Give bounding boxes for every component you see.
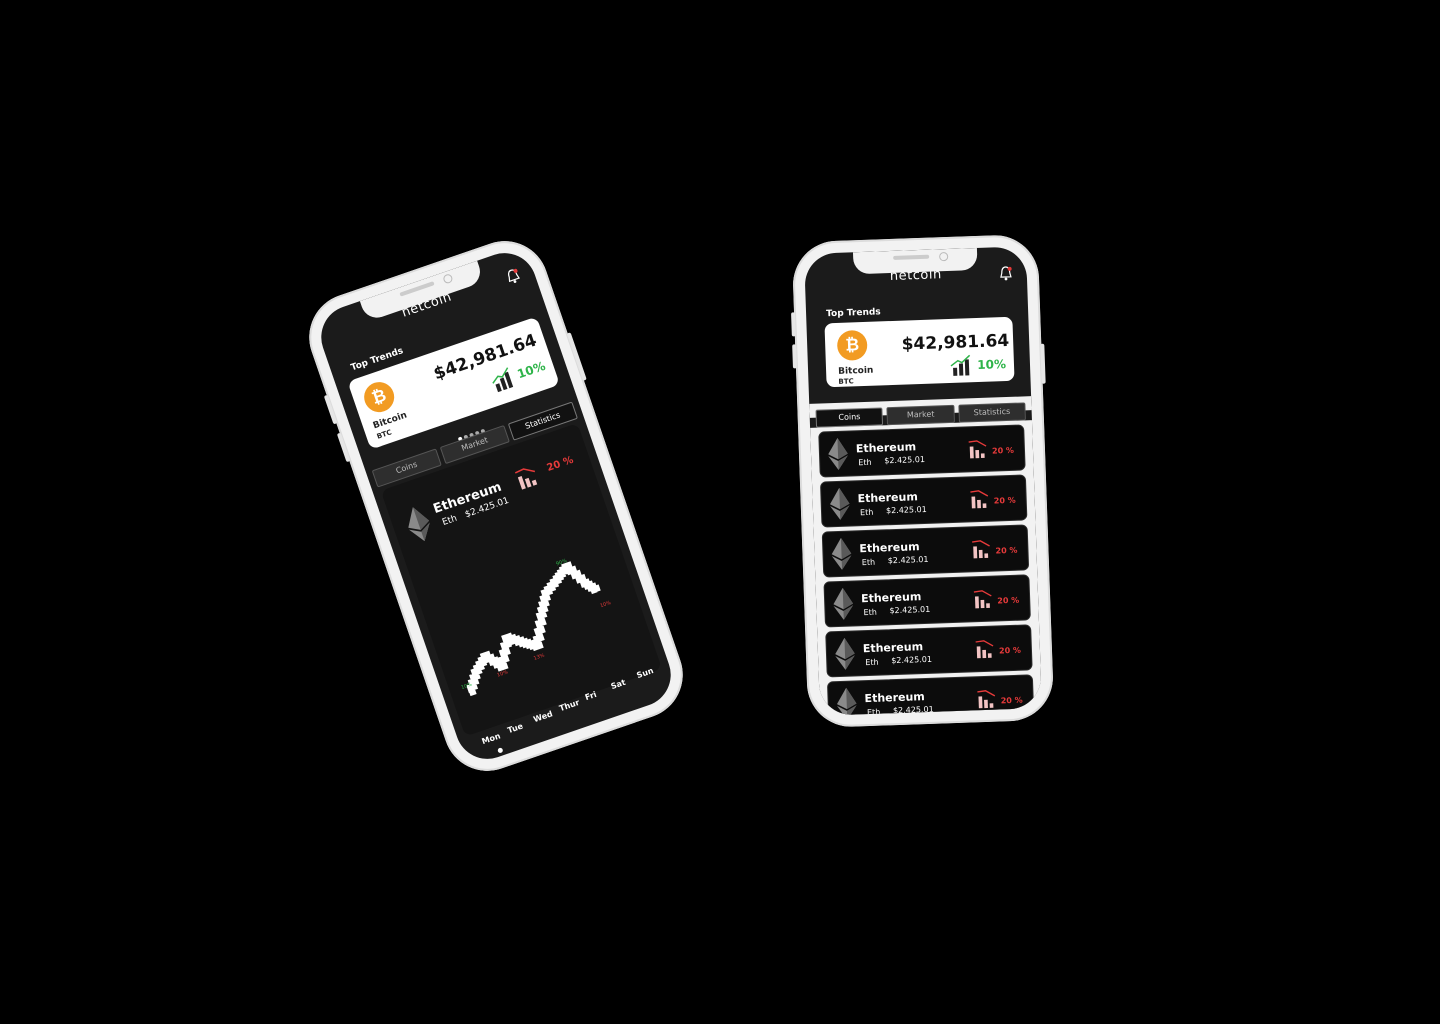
chart-annotation: 10%	[496, 669, 509, 679]
coin-change: 10%	[515, 358, 548, 382]
coin-name: Bitcoin	[837, 365, 874, 377]
coin-price: $2.425.01	[884, 454, 926, 466]
coin-name: Ethereum	[864, 690, 926, 706]
screen: netcoin Top Trends ₿ Bitcoin BTC $42,981…	[804, 246, 1042, 716]
coin-price: $2.425.01	[887, 554, 929, 566]
coin-change: 20 %	[1000, 695, 1023, 706]
x-tick-label: Mon	[480, 731, 502, 747]
coin-name: Ethereum	[857, 490, 919, 506]
ethereum-icon	[408, 507, 430, 542]
trend-card[interactable]: ₿ Bitcoin BTC $42,981.64 10%	[824, 316, 1015, 388]
chart-annotation: 10%	[460, 681, 473, 692]
volume-down-button	[792, 344, 797, 369]
bitcoin-icon: ₿	[836, 329, 868, 361]
coin-list: Ethereum Eth $2.425.01 20 % Ethereum Eth $2.42…	[810, 424, 1042, 716]
coin-name: Ethereum	[860, 590, 922, 606]
coin-list-item[interactable]: Ethereum Eth $2.425.01 20 %	[819, 474, 1028, 528]
trend-up-icon	[492, 367, 514, 393]
chart-annotation: 90%	[555, 558, 568, 568]
coin-symbol: Eth	[861, 557, 876, 568]
notch	[852, 247, 978, 275]
screen: netcoin Top Trends ₿ Bitcoin BTC $42,981…	[312, 244, 680, 768]
bitcoin-icon: ₿	[360, 378, 399, 417]
coin-list-item[interactable]: Ethereum Eth $2.425.01 20 %	[825, 624, 1033, 678]
coin-name: Ethereum	[862, 640, 924, 656]
x-tick-label: Fri	[583, 689, 598, 703]
trend-down-icon	[968, 440, 987, 459]
coin-price: $2.425.01	[889, 604, 931, 616]
coin-price: $2.425.01	[892, 704, 934, 716]
coin-list-item[interactable]: Ethereum Eth $2.425.01 20 %	[826, 674, 1035, 716]
coin-change: 10%	[977, 357, 1007, 373]
coin-name: Ethereum	[859, 540, 920, 556]
coin-change: 20 %	[997, 595, 1020, 606]
ethereum-icon	[833, 587, 854, 620]
chart-annotation: 13%	[532, 652, 546, 662]
ethereum-icon	[831, 537, 852, 570]
coin-symbol: Eth	[863, 607, 877, 618]
ethereum-icon	[836, 687, 857, 716]
coin-symbol: Eth	[866, 707, 881, 716]
coin-change: 20 %	[993, 495, 1016, 506]
volume-down-button	[336, 432, 351, 463]
trend-up-icon	[950, 354, 971, 376]
trend-down-icon	[977, 690, 996, 709]
tab-statistics[interactable]: Statistics	[958, 402, 1026, 423]
trend-down-icon	[973, 590, 992, 609]
coin-change: 20 %	[998, 645, 1022, 656]
tab-coins[interactable]: Coins	[815, 407, 884, 428]
coin-symbol: Eth	[859, 507, 874, 518]
coin-change: 20 %	[991, 445, 1015, 456]
coin-name: Ethereum	[855, 440, 917, 456]
tab-market[interactable]: Market	[886, 404, 955, 426]
coin-list-item[interactable]: Ethereum Eth $2.425.01 20 %	[823, 574, 1031, 628]
chart-annotations: 10% 10% 13% 90% 10%	[426, 520, 673, 705]
phone-coins: netcoin Top Trends ₿ Bitcoin BTC $42,981…	[791, 233, 1055, 729]
bell-icon[interactable]	[999, 265, 1014, 281]
ethereum-icon	[828, 437, 848, 470]
coin-list-item[interactable]: Ethereum Eth $2.425.01 20 %	[821, 524, 1030, 578]
coin-price: $2.425.01	[891, 654, 933, 666]
phone-statistics: netcoin Top Trends ₿ Bitcoin BTC $42,981…	[297, 229, 695, 783]
trend-down-icon	[970, 490, 989, 509]
coin-price: $2.425.01	[885, 504, 927, 516]
trend-down-icon	[972, 540, 990, 559]
ethereum-icon	[829, 487, 850, 520]
power-button	[1040, 343, 1046, 384]
ethereum-icon	[835, 637, 855, 670]
volume-up-button	[791, 312, 796, 337]
coin-symbol: BTC	[838, 377, 854, 386]
volume-up-button	[323, 394, 338, 425]
power-button	[566, 332, 587, 381]
chart-annotation: 10%	[599, 600, 612, 610]
coin-symbol: Eth	[858, 457, 872, 468]
coin-change: 20 %	[995, 545, 1018, 556]
selected-day-dot	[497, 747, 504, 754]
x-tick-label: Tue	[506, 721, 525, 736]
section-title: Top Trends	[825, 307, 881, 320]
trend-down-icon	[514, 468, 538, 490]
coin-symbol: Eth	[865, 657, 879, 668]
coin-change: 20 %	[545, 454, 575, 474]
coin-list-item[interactable]: Ethereum Eth $2.425.01 20 %	[818, 424, 1026, 478]
coin-price: $42,981.64	[901, 330, 1010, 355]
trend-down-icon	[975, 640, 994, 659]
coin-symbol: Eth	[441, 513, 459, 529]
